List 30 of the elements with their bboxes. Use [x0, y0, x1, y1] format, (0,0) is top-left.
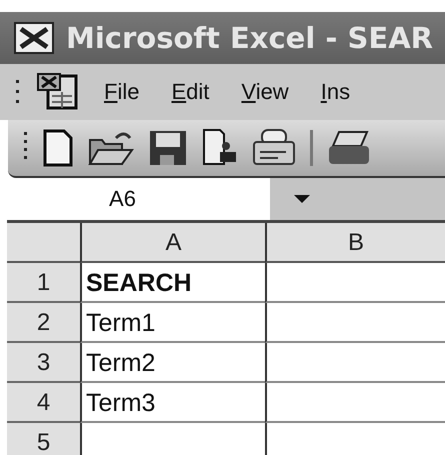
table-cell: Term2 — [80, 343, 265, 383]
row-header[interactable]: 1 — [7, 263, 80, 303]
row-header[interactable]: 4 — [7, 383, 80, 423]
empty-cell[interactable] — [265, 303, 445, 343]
spreadsheet-x-icon — [14, 22, 54, 54]
empty-cell[interactable] — [265, 343, 445, 383]
window-title: Microsoft Excel - SEAR — [66, 21, 433, 55]
menu-item[interactable]: View — [233, 79, 297, 105]
folder-icon[interactable] — [88, 130, 134, 166]
row-header[interactable]: 3 — [7, 343, 80, 383]
document-stamp-icon[interactable] — [202, 128, 238, 168]
dropdown-arrow-icon[interactable] — [294, 195, 310, 203]
table-cell: SEARCH — [80, 263, 265, 303]
workbook-icon[interactable] — [36, 72, 80, 112]
table-cell: Term3 — [80, 383, 265, 423]
printer-icon[interactable] — [252, 128, 296, 168]
column-header[interactable]: B — [265, 223, 445, 263]
row-header[interactable]: 5 — [7, 423, 80, 455]
empty-cell[interactable] — [265, 263, 445, 303]
empty-cell[interactable] — [265, 383, 445, 423]
new-document-icon[interactable] — [42, 129, 74, 167]
menu-item[interactable]: File — [96, 79, 148, 105]
table-cell: Term1 — [80, 303, 265, 343]
row-header[interactable]: 2 — [7, 303, 80, 343]
grip-handle-icon[interactable] — [16, 78, 20, 106]
select-all-corner[interactable] — [7, 223, 80, 263]
menu-item[interactable]: Edit — [163, 79, 218, 105]
column-header[interactable]: A — [80, 223, 265, 263]
menu-item[interactable]: Ins — [312, 79, 358, 105]
printer-icon[interactable] — [327, 130, 371, 166]
